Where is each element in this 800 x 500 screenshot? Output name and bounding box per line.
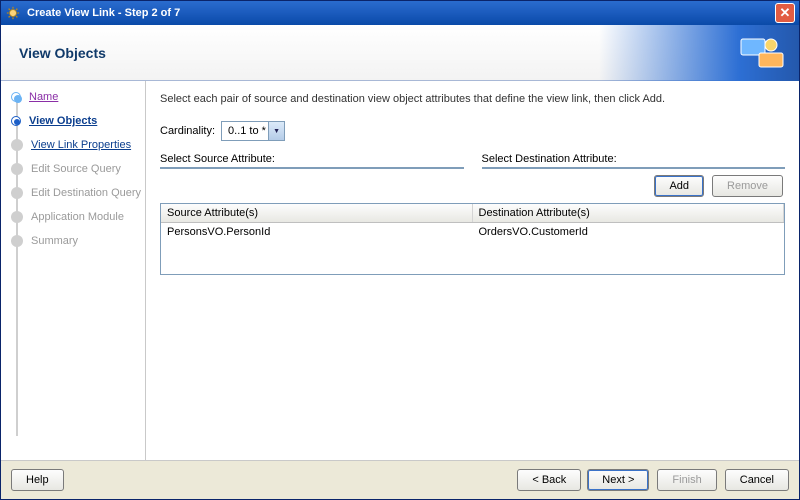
grid-header-source: Source Attribute(s) [161, 204, 473, 222]
remove-button[interactable]: Remove [712, 175, 783, 197]
content: Name View Objects View Link Properties Edit… [1, 81, 799, 460]
help-button[interactable]: Help [11, 469, 64, 491]
footer: Help < Back Next > Finish Cancel [1, 460, 799, 499]
dest-label: Select Destination Attribute: [482, 153, 786, 165]
step-dot-icon [11, 139, 23, 151]
main-panel: Select each pair of source and destinati… [146, 81, 799, 460]
back-button[interactable]: < Back [517, 469, 581, 491]
grid-header-dest: Destination Attribute(s) [473, 204, 785, 222]
banner: View Objects [1, 25, 799, 81]
cardinality-value: 0..1 to * [228, 125, 266, 137]
wizard-window: Create View Link - Step 2 of 7 ✕ View Ob… [0, 0, 800, 500]
close-button[interactable]: ✕ [775, 3, 795, 23]
dest-tree-box: −OrdersVOxyzCalculatedOrderTotalxyzColle… [482, 167, 786, 169]
wizard-step: Edit Destination Query [9, 187, 145, 199]
wizard-step: Application Module [9, 211, 145, 223]
step-label: Summary [31, 235, 78, 247]
step-dot-icon [11, 92, 21, 102]
step-label[interactable]: Name [29, 91, 58, 103]
finish-button[interactable]: Finish [657, 469, 716, 491]
wizard-step[interactable]: View Objects [9, 115, 145, 127]
step-label: Edit Destination Query [31, 187, 141, 199]
cardinality-select[interactable]: 0..1 to * ▼ [221, 121, 285, 141]
add-remove-row: Add Remove [160, 175, 783, 197]
wizard-icon [5, 5, 21, 21]
titlebar: Create View Link - Step 2 of 7 ✕ [1, 1, 799, 25]
wizard-steps: Name View Objects View Link Properties Edit… [1, 81, 146, 460]
cancel-button[interactable]: Cancel [725, 469, 789, 491]
step-label: Application Module [31, 211, 124, 223]
step-label: Edit Source Query [31, 163, 121, 175]
wizard-step: Summary [9, 235, 145, 247]
step-dot-icon [11, 187, 23, 199]
step-dot-icon [11, 211, 23, 223]
dest-pane: Select Destination Attribute: −OrdersVOx… [482, 153, 786, 169]
banner-title: View Objects [19, 45, 106, 61]
banner-graphic [599, 25, 799, 81]
add-button[interactable]: Add [654, 175, 704, 197]
table-cell: OrdersVO.CustomerId [473, 223, 785, 241]
grid-header: Source Attribute(s) Destination Attribut… [161, 204, 784, 223]
step-dot-icon [11, 116, 21, 126]
wizard-step[interactable]: View Link Properties [9, 139, 145, 151]
step-dot-icon [11, 163, 23, 175]
instruction-text: Select each pair of source and destinati… [160, 93, 785, 105]
mapping-grid: Source Attribute(s) Destination Attribut… [160, 203, 785, 275]
next-button[interactable]: Next > [587, 469, 649, 491]
step-label[interactable]: View Objects [29, 115, 97, 127]
source-tree-box: xyzMaritalStatusCodexyzMembershipIdxyzMo… [160, 167, 464, 169]
grid-body[interactable]: PersonsVO.PersonIdOrdersVO.CustomerId [161, 223, 784, 241]
source-pane: Select Source Attribute: xyzMaritalStatu… [160, 153, 464, 169]
step-label[interactable]: View Link Properties [31, 139, 131, 151]
attribute-panes: Select Source Attribute: xyzMaritalStatu… [160, 153, 785, 169]
table-row[interactable]: PersonsVO.PersonIdOrdersVO.CustomerId [161, 223, 784, 241]
window-title: Create View Link - Step 2 of 7 [23, 7, 775, 19]
cardinality-row: Cardinality: 0..1 to * ▼ [160, 121, 785, 141]
wizard-step[interactable]: Name [9, 91, 145, 103]
table-cell: PersonsVO.PersonId [161, 223, 473, 241]
cardinality-label: Cardinality: [160, 125, 215, 137]
wizard-step: Edit Source Query [9, 163, 145, 175]
chevron-down-icon: ▼ [268, 122, 284, 140]
source-label: Select Source Attribute: [160, 153, 464, 165]
step-dot-icon [11, 235, 23, 247]
